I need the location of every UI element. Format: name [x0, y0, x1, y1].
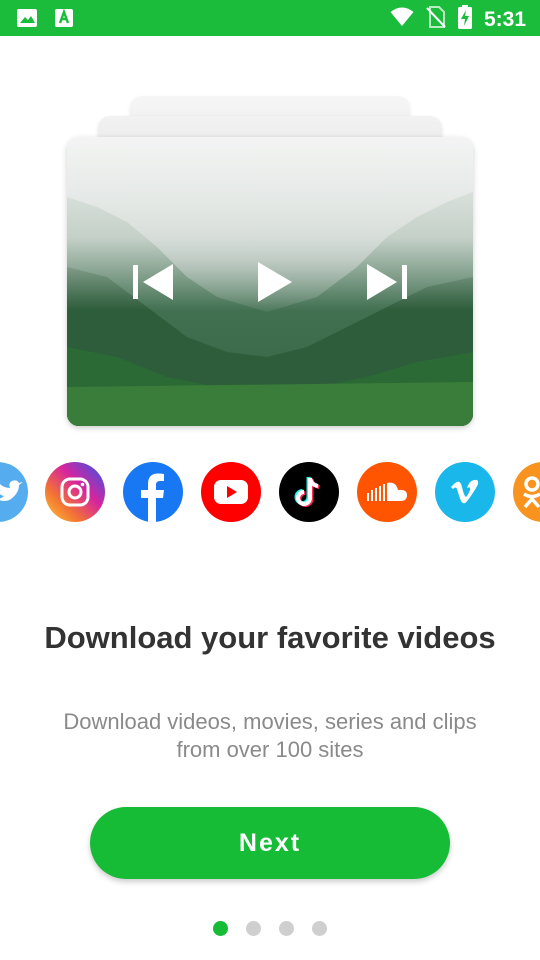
clock: 5:31	[483, 7, 526, 31]
odnoklassniki-icon[interactable]	[513, 462, 540, 522]
page-indicator	[0, 921, 540, 937]
image-icon	[16, 8, 38, 33]
page-dot-4[interactable]	[312, 921, 327, 936]
twitter-icon[interactable]	[0, 462, 28, 522]
supported-sites-carousel[interactable]	[0, 462, 540, 524]
status-bar: 5:31	[0, 0, 540, 36]
vimeo-icon[interactable]	[435, 462, 495, 522]
play-icon[interactable]	[257, 261, 293, 308]
onboarding-subtitle: Download videos, movies, series and clip…	[40, 708, 500, 764]
no-sim-icon	[426, 6, 446, 33]
page-dot-3[interactable]	[279, 921, 294, 936]
battery-charging-icon	[457, 5, 472, 34]
subtitle-line-1: Download videos, movies, series and clip…	[63, 709, 477, 734]
youtube-icon[interactable]	[201, 462, 261, 522]
skip-previous-icon[interactable]	[131, 263, 175, 306]
page-dot-1[interactable]	[213, 921, 228, 936]
app-a-icon	[54, 8, 74, 33]
page-dot-2[interactable]	[246, 921, 261, 936]
skip-next-icon[interactable]	[365, 263, 409, 306]
subtitle-line-2: from over 100 sites	[176, 737, 364, 762]
next-button[interactable]: Next	[90, 807, 450, 879]
onboarding-title: Download your favorite videos	[44, 620, 496, 655]
video-preview-card	[67, 137, 473, 426]
wifi-icon	[390, 7, 414, 32]
facebook-icon[interactable]	[123, 462, 183, 522]
instagram-icon[interactable]	[45, 462, 105, 522]
tiktok-icon[interactable]	[279, 462, 339, 522]
soundcloud-icon[interactable]	[357, 462, 417, 522]
